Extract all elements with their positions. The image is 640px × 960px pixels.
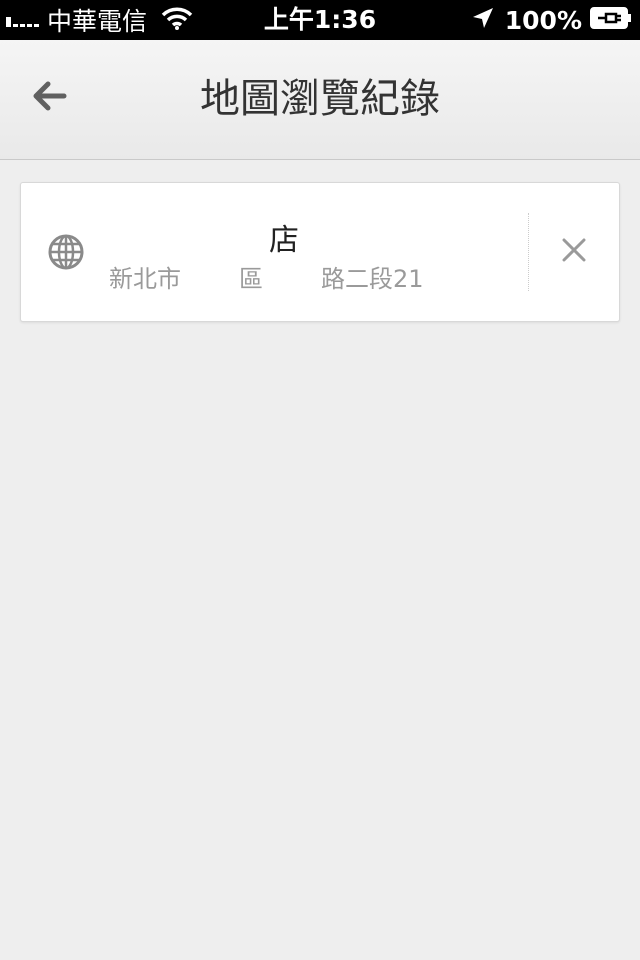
location-arrow-icon <box>471 6 495 34</box>
divider <box>528 213 529 291</box>
arrow-back-icon <box>30 76 70 120</box>
page-title: 地圖瀏覽紀錄 <box>200 76 440 122</box>
history-item-address-city: 新北市 <box>109 265 181 293</box>
history-item[interactable]: 店 新北市 區 路二段21 <box>20 182 620 322</box>
history-item-address-district: 區 <box>239 265 263 293</box>
globe-icon <box>47 233 85 271</box>
battery-percent: 100% <box>504 5 582 35</box>
delete-history-button[interactable] <box>551 229 597 275</box>
history-item-address-road: 路二段21 <box>321 265 424 293</box>
status-right: 100% <box>471 0 632 40</box>
status-bar: 中華電信 上午1:36 100% <box>0 0 640 40</box>
battery-charging-icon <box>590 7 632 33</box>
app-header: 地圖瀏覽紀錄 <box>0 40 640 160</box>
history-item-title: 店 <box>269 223 299 258</box>
close-icon <box>561 237 587 267</box>
back-button[interactable] <box>22 70 78 126</box>
